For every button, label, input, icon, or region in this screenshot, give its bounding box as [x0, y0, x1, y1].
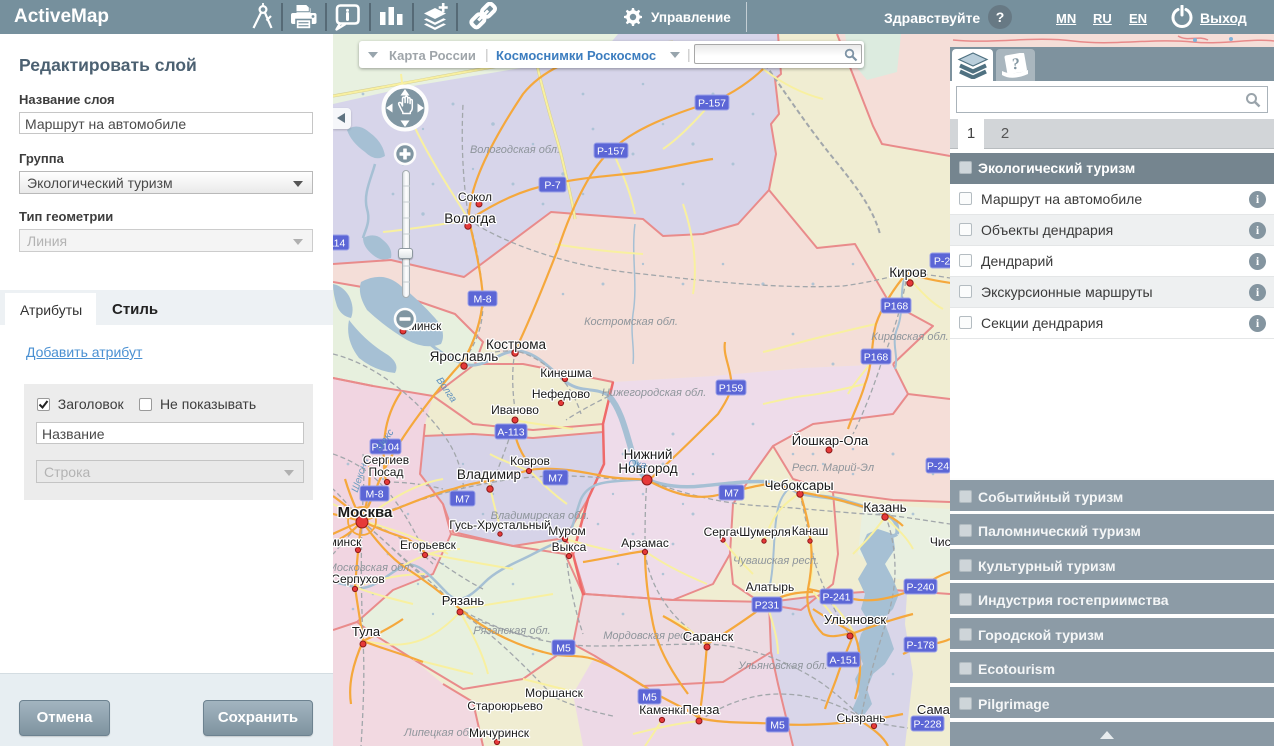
svg-text:М-8: М-8	[365, 489, 383, 501]
svg-text:Р-240: Р-240	[906, 582, 934, 594]
svg-text:Киров: Киров	[889, 265, 927, 280]
svg-text:Р231: Р231	[755, 600, 780, 612]
svg-text:Р-24: Р-24	[927, 461, 949, 473]
svg-text:Шумерля: Шумерля	[739, 525, 791, 539]
svg-text:Саранск: Саранск	[683, 629, 734, 644]
svg-text:Москва: Москва	[338, 504, 393, 521]
svg-text:Йошкар-Ола: Йошкар-Ола	[792, 433, 869, 448]
svg-text:Вологда: Вологда	[444, 211, 496, 226]
svg-text:Гусь-Хрустальный: Гусь-Хрустальный	[449, 518, 550, 532]
svg-text:Р168: Р168	[864, 352, 889, 364]
svg-text:Ковров: Ковров	[510, 454, 550, 468]
svg-text:минск: минск	[333, 535, 362, 549]
svg-text:Каменка: Каменка	[639, 703, 687, 717]
svg-text:Чебоксары: Чебоксары	[764, 478, 833, 493]
svg-text:Кировская обл.: Кировская обл.	[871, 331, 948, 343]
svg-text:Ульяновск: Ульяновск	[824, 612, 886, 627]
svg-text:Сергач: Сергач	[704, 525, 743, 539]
svg-text:Респ. Марий-Эл: Респ. Марий-Эл	[792, 462, 874, 474]
svg-text:М5: М5	[770, 720, 785, 732]
svg-text:Казань: Казань	[863, 500, 906, 515]
svg-text:Пенза: Пенза	[683, 702, 721, 717]
svg-text:М7: М7	[548, 473, 563, 485]
svg-text:М5: М5	[556, 643, 571, 655]
svg-text:Чувашская респ.: Чувашская респ.	[733, 555, 819, 567]
svg-text:Р159: Р159	[719, 383, 744, 395]
svg-text:Рязанская обл.: Рязанская обл.	[473, 625, 550, 637]
svg-text:Муром: Муром	[548, 524, 586, 538]
svg-text:Р-157: Р-157	[597, 146, 625, 158]
svg-text:Алатырь: Алатырь	[746, 580, 794, 594]
svg-text:Староюрьево: Староюрьево	[467, 699, 543, 713]
svg-text:М-8: М-8	[473, 294, 491, 306]
svg-text:Рязань: Рязань	[442, 593, 485, 608]
svg-text:Липецкая обл.: Липецкая обл.	[403, 727, 478, 739]
svg-text:Р-228: Р-228	[913, 719, 941, 731]
svg-text:Посад: Посад	[369, 465, 404, 479]
svg-text:Нижегородская обл.: Нижегородская обл.	[602, 387, 707, 399]
svg-text:Ульяновская обл.: Ульяновская обл.	[737, 660, 827, 672]
svg-text:А-151: А-151	[829, 655, 857, 667]
svg-text:Тула: Тула	[352, 624, 381, 639]
svg-text:Р-7: Р-7	[544, 180, 561, 192]
svg-text:М5: М5	[642, 692, 657, 704]
svg-text:Нефедово: Нефедово	[532, 387, 591, 401]
svg-text:Серпухов: Серпухов	[333, 572, 385, 586]
svg-text:Сокол: Сокол	[458, 190, 492, 204]
svg-text:М7: М7	[724, 488, 739, 500]
svg-text:Мичуринск: Мичуринск	[469, 726, 530, 740]
svg-text:114: 114	[333, 238, 346, 250]
svg-text:Р-157: Р-157	[698, 98, 726, 110]
svg-text:Егорьевск: Егорьевск	[400, 538, 457, 552]
svg-text:Канаш: Канаш	[792, 524, 829, 538]
svg-text:Кинешма: Кинешма	[540, 366, 592, 380]
svg-text:Моршанск: Моршанск	[525, 686, 583, 700]
svg-text:Р-241: Р-241	[822, 592, 850, 604]
svg-text:Выкса: Выкса	[552, 540, 587, 554]
svg-text:Ярославль: Ярославль	[430, 349, 499, 364]
svg-text:Вологодская обл.: Вологодская обл.	[470, 144, 560, 156]
svg-text:Р-178: Р-178	[906, 640, 934, 652]
svg-text:Арзамас: Арзамас	[621, 536, 669, 550]
svg-text:Сызрань: Сызрань	[836, 711, 885, 725]
svg-text:М7: М7	[455, 494, 470, 506]
svg-text:Р-2: Р-2	[934, 256, 951, 268]
svg-text:Владимир: Владимир	[457, 467, 521, 482]
svg-text:А-113: А-113	[497, 427, 524, 439]
svg-text:Мордовская респ.: Мордовская респ.	[603, 630, 695, 642]
svg-text:Иваново: Иваново	[491, 403, 539, 417]
svg-text:Р168: Р168	[884, 301, 909, 313]
svg-text:Костромская обл.: Костромская обл.	[584, 316, 678, 328]
